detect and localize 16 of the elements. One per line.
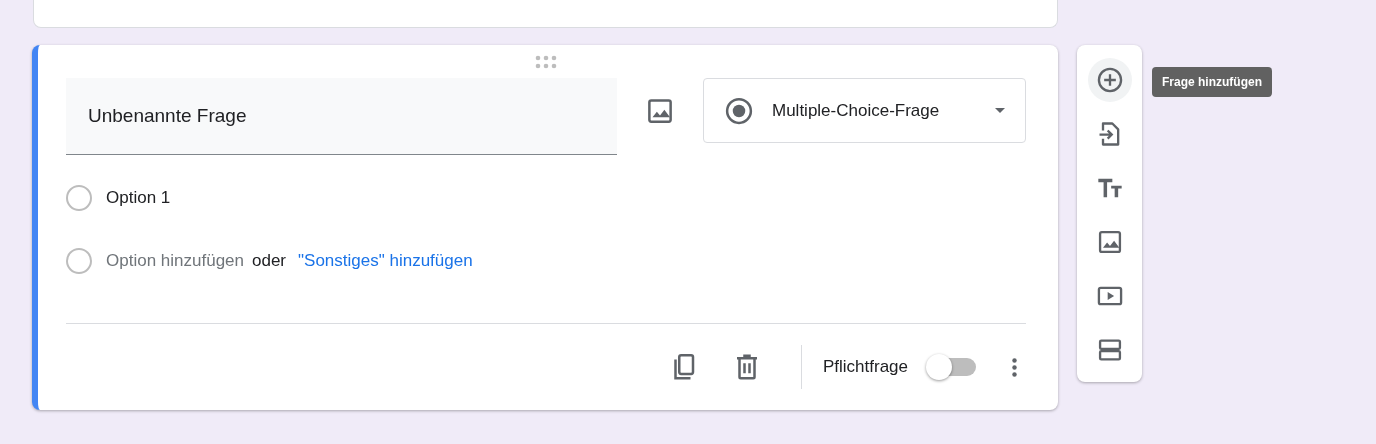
question-type-label: Multiple-Choice-Frage xyxy=(772,99,941,122)
add-button[interactable] xyxy=(1087,58,1132,102)
question-title-field[interactable]: Unbenannte Frage xyxy=(66,78,617,155)
option-label[interactable]: Option 1 xyxy=(106,185,171,211)
radio-icon xyxy=(724,95,754,126)
add-other-link[interactable]: "Sonstiges" hinzufügen xyxy=(298,248,473,274)
add-icon xyxy=(1095,66,1124,94)
add-option-link[interactable]: Option hinzufügen xyxy=(106,248,244,274)
caret-icon xyxy=(995,108,1005,113)
more-icon xyxy=(1011,357,1017,377)
tooltip: Frage hinzufügen xyxy=(1152,67,1272,97)
required-label: Pflichtfrage xyxy=(822,356,908,379)
drag-handle-icon[interactable] xyxy=(535,55,557,69)
radio-button[interactable] xyxy=(66,185,92,211)
question-type-dropdown[interactable]: Multiple-Choice-Frage xyxy=(703,78,1026,143)
or-text: oder xyxy=(252,250,287,273)
